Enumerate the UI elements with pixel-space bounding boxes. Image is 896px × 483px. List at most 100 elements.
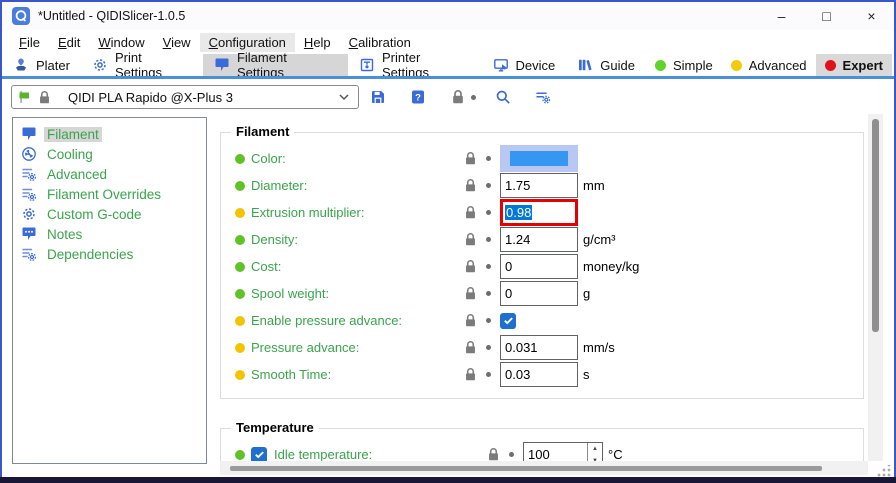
menu-calibration[interactable]: Calibration (340, 33, 420, 52)
value-input[interactable]: 0.03 (500, 362, 578, 387)
mode-dot-icon (655, 60, 666, 71)
tab-guide[interactable]: Guide (566, 54, 646, 76)
vertical-scrollbar-thumb[interactable] (872, 119, 879, 332)
lock-button[interactable] (445, 84, 471, 110)
minimize-button[interactable]: – (759, 2, 804, 30)
guide-icon (577, 57, 593, 73)
lock-icon[interactable] (464, 151, 477, 166)
setting-row: Color: (235, 145, 863, 172)
setting-label: Color: (251, 151, 464, 166)
horizontal-scrollbar[interactable] (220, 461, 868, 475)
menu-window[interactable]: Window (89, 33, 153, 52)
menu-help[interactable]: Help (295, 33, 340, 52)
sidebar-item-label: Filament (44, 127, 102, 142)
setting-label: Cost: (251, 259, 464, 274)
tab-filament-settings[interactable]: Filament Settings (203, 54, 348, 76)
window-title: *Untitled - QIDISlicer-1.0.5 (38, 9, 185, 23)
tab-label: Guide (600, 58, 635, 73)
close-button[interactable]: × (849, 2, 894, 30)
value-input[interactable]: 0.031 (500, 335, 578, 360)
setting-label: Pressure advance: (251, 340, 464, 355)
list-gear-icon (21, 246, 37, 262)
menu-file[interactable]: File (10, 33, 49, 52)
resize-grip[interactable] (877, 465, 891, 477)
color-swatch-button[interactable] (500, 145, 578, 172)
sidebar-item-label: Dependencies (44, 247, 136, 262)
group-title: Temperature (231, 420, 319, 435)
value-input[interactable]: 0.98 (500, 199, 578, 226)
value-input[interactable]: 0 (500, 254, 578, 279)
setting-row: Density:1.24g/cm³ (235, 226, 863, 253)
lock-icon[interactable] (464, 340, 477, 355)
unit-label: s (583, 367, 590, 382)
option-dot (486, 318, 491, 323)
title-bar: *Untitled - QIDISlicer-1.0.5 – □ × (2, 2, 894, 30)
value-input[interactable]: 1.75 (500, 173, 578, 198)
yellow-status-dot (235, 370, 245, 380)
tab-print-settings[interactable]: Print Settings (81, 54, 203, 76)
app-window: *Untitled - QIDISlicer-1.0.5 – □ × FileE… (0, 0, 896, 483)
value-input[interactable]: 0 (500, 281, 578, 306)
sidebar-item-custom-g-code[interactable]: Custom G-code (21, 204, 206, 224)
compare-settings-button[interactable] (530, 84, 556, 110)
lock-icon[interactable] (464, 205, 477, 220)
vertical-scrollbar[interactable] (868, 114, 883, 461)
lock-icon[interactable] (464, 178, 477, 193)
sidebar-item-dependencies[interactable]: Dependencies (21, 244, 206, 264)
horizontal-scrollbar-thumb[interactable] (230, 466, 822, 471)
svg-text:?: ? (415, 92, 421, 103)
search-button[interactable] (490, 84, 516, 110)
flag-icon (18, 89, 34, 105)
sidebar-item-cooling[interactable]: Cooling (21, 144, 206, 164)
sidebar-item-filament-overrides[interactable]: Filament Overrides (21, 184, 206, 204)
enable-checkbox[interactable] (251, 447, 267, 462)
device-icon (493, 57, 509, 73)
preset-lock-icon (38, 90, 51, 105)
sidebar-item-advanced[interactable]: Advanced (21, 164, 206, 184)
mode-advanced[interactable]: Advanced (722, 54, 816, 76)
preset-toolbar: QIDI PLA Rapido @X-Plus 3 ? (2, 79, 894, 114)
green-status-dot (235, 450, 245, 460)
sidebar-item-filament[interactable]: Filament (21, 124, 206, 144)
app-logo-icon (12, 7, 30, 25)
lock-icon[interactable] (464, 259, 477, 274)
menu-configuration[interactable]: Configuration (200, 33, 295, 52)
mode-label: Expert (843, 58, 883, 73)
maximize-button[interactable]: □ (804, 2, 849, 30)
chevron-down-icon[interactable] (336, 89, 352, 105)
save-button[interactable] (365, 84, 391, 110)
setting-label: Smooth Time: (251, 367, 464, 382)
group-filament: FilamentColor:Diameter:1.75mmExtrusion m… (220, 132, 864, 399)
tab-device[interactable]: Device (482, 54, 567, 76)
search-icon (495, 89, 511, 105)
window-bottom-edge (0, 477, 896, 483)
help-button[interactable]: ? (405, 84, 431, 110)
save-icon (370, 89, 386, 105)
setting-label: Idle temperature: (274, 447, 487, 461)
lock-icon[interactable] (464, 313, 477, 328)
tab-printer-settings[interactable]: Printer Settings (348, 54, 482, 76)
tab-plater[interactable]: Plater (2, 54, 81, 76)
option-dot (486, 210, 491, 215)
selected-text: 0.98 (505, 205, 532, 220)
menu-edit[interactable]: Edit (49, 33, 89, 52)
menu-view[interactable]: View (154, 33, 200, 52)
sidebar-item-notes[interactable]: Notes (21, 224, 206, 244)
spin-up-button[interactable]: ▲ (588, 443, 602, 455)
lock-icon[interactable] (487, 447, 500, 461)
lock-icon[interactable] (464, 367, 477, 382)
mode-expert[interactable]: Expert (816, 54, 892, 76)
lock-icon[interactable] (464, 232, 477, 247)
group-title: Filament (231, 124, 294, 139)
lock-icon[interactable] (464, 286, 477, 301)
value-checkbox[interactable] (500, 313, 516, 329)
mode-simple[interactable]: Simple (646, 54, 722, 76)
option-dot (486, 345, 491, 350)
yellow-status-dot (235, 343, 245, 353)
value-spinner-input[interactable]: 100▲▼ (523, 442, 603, 462)
preset-dropdown[interactable]: QIDI PLA Rapido @X-Plus 3 (11, 85, 359, 109)
sidebar-item-label: Advanced (44, 167, 110, 182)
value-input[interactable]: 1.24 (500, 227, 578, 252)
green-status-dot (235, 181, 245, 191)
list-gear-icon (21, 166, 37, 182)
